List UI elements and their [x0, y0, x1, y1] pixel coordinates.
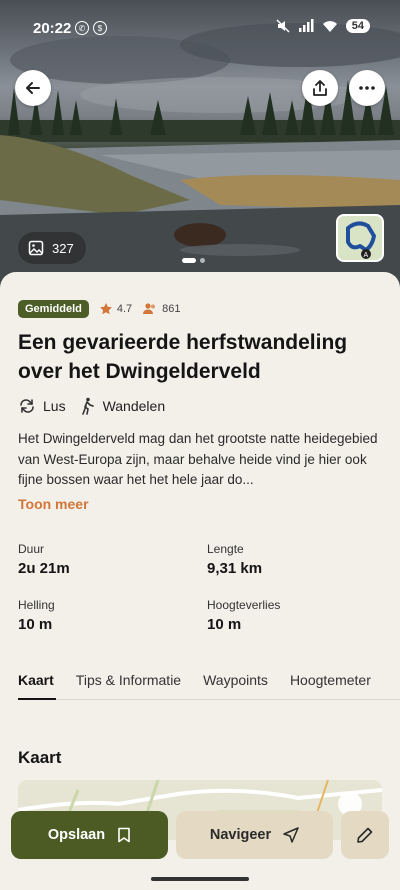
back-button[interactable] — [15, 70, 51, 106]
photo-count: 327 — [52, 240, 74, 256]
route-details-card: Gemiddeld 4.7 861 Een gevarieerde herfst… — [0, 272, 400, 890]
carousel-indicator — [182, 258, 205, 263]
stat-duration: Duur 2u 21m — [18, 542, 70, 577]
mute-icon — [276, 19, 290, 33]
star-icon — [99, 303, 112, 315]
stat-length: Lengte 9,31 km — [207, 542, 262, 577]
more-dots-icon — [359, 86, 375, 90]
stat-label: Duur — [18, 542, 45, 556]
rating-value: 4.7 — [116, 303, 133, 315]
show-more-link[interactable]: Toon meer — [18, 496, 89, 512]
whatsapp-icon: ✆ — [75, 21, 89, 35]
wifi-icon — [322, 21, 337, 32]
bookmark-icon — [118, 827, 130, 843]
navigate-button[interactable]: Navigeer — [176, 811, 333, 859]
route-type-tag: Lus — [18, 397, 66, 415]
save-label: Opslaan — [47, 827, 106, 843]
activity-tag: Wandelen — [80, 397, 166, 415]
edit-button[interactable] — [341, 811, 389, 859]
svg-text:A: A — [364, 252, 369, 259]
detail-tabs: Kaart Tips & Informatie Waypoints Hoogte… — [18, 672, 400, 700]
route-meta: Gemiddeld 4.7 861 — [18, 300, 181, 318]
route-description: Het Dwingelderveld mag dan het grootste … — [18, 431, 378, 487]
stat-value: 2u 21m — [18, 560, 70, 577]
route-shape-icon: A — [346, 221, 376, 259]
share-icon — [313, 80, 327, 96]
tab-tips-informatie[interactable]: Tips & Informatie — [76, 672, 203, 699]
activity-label: Wandelen — [102, 398, 166, 414]
tab-waypoints[interactable]: Waypoints — [203, 672, 290, 699]
stat-elevation-loss: Hoogteverlies 10 m — [207, 598, 280, 633]
difficulty-badge: Gemiddeld — [18, 300, 89, 318]
stat-label: Lengte — [207, 542, 244, 556]
navigation-arrow-icon — [283, 827, 299, 843]
stat-elevation-gain: Helling 10 m — [18, 598, 55, 633]
hiking-icon — [81, 397, 94, 415]
battery-indicator: 54 — [345, 19, 370, 33]
more-button[interactable] — [349, 70, 385, 106]
hero-photo[interactable]: 20:22 ✆ $ 54 327 A — [0, 0, 400, 290]
loop-icon — [20, 399, 34, 413]
stat-value: 10 m — [207, 616, 242, 633]
carousel-dot-active — [182, 258, 196, 263]
share-button[interactable] — [302, 70, 338, 106]
photo-gallery-button[interactable]: 327 — [18, 232, 86, 264]
stat-label: Hoogteverlies — [207, 598, 281, 612]
arrow-left-icon — [26, 82, 40, 94]
reviews: 861 — [142, 302, 181, 316]
signal-icon — [298, 19, 314, 32]
route-map-thumbnail[interactable]: A — [336, 214, 384, 262]
review-count: 861 — [162, 303, 181, 315]
stat-value: 10 m — [18, 616, 53, 633]
route-title: Een gevarieerde herfstwandeling over het… — [18, 331, 348, 383]
notification-icon: $ — [93, 21, 107, 35]
tab-kaart[interactable]: Kaart — [18, 672, 76, 700]
home-indicator[interactable] — [151, 877, 249, 881]
navigate-label: Navigeer — [209, 827, 272, 843]
save-button[interactable]: Opslaan — [11, 811, 168, 859]
status-bar: 20:22 ✆ $ 54 — [0, 0, 400, 58]
status-time: 20:22 — [33, 20, 72, 37]
map-section-title: Kaart — [18, 748, 62, 767]
users-icon — [143, 303, 156, 314]
pencil-icon — [357, 827, 373, 843]
stat-value: 9,31 km — [207, 560, 263, 577]
rating: 4.7 — [99, 302, 132, 316]
stat-label: Helling — [18, 598, 55, 612]
carousel-dot — [200, 258, 205, 263]
image-icon — [28, 240, 44, 256]
route-type-label: Lus — [43, 398, 66, 414]
tab-hoogtemeter[interactable]: Hoogtemeter — [290, 672, 393, 699]
route-tags: Lus Wandelen — [18, 397, 165, 415]
